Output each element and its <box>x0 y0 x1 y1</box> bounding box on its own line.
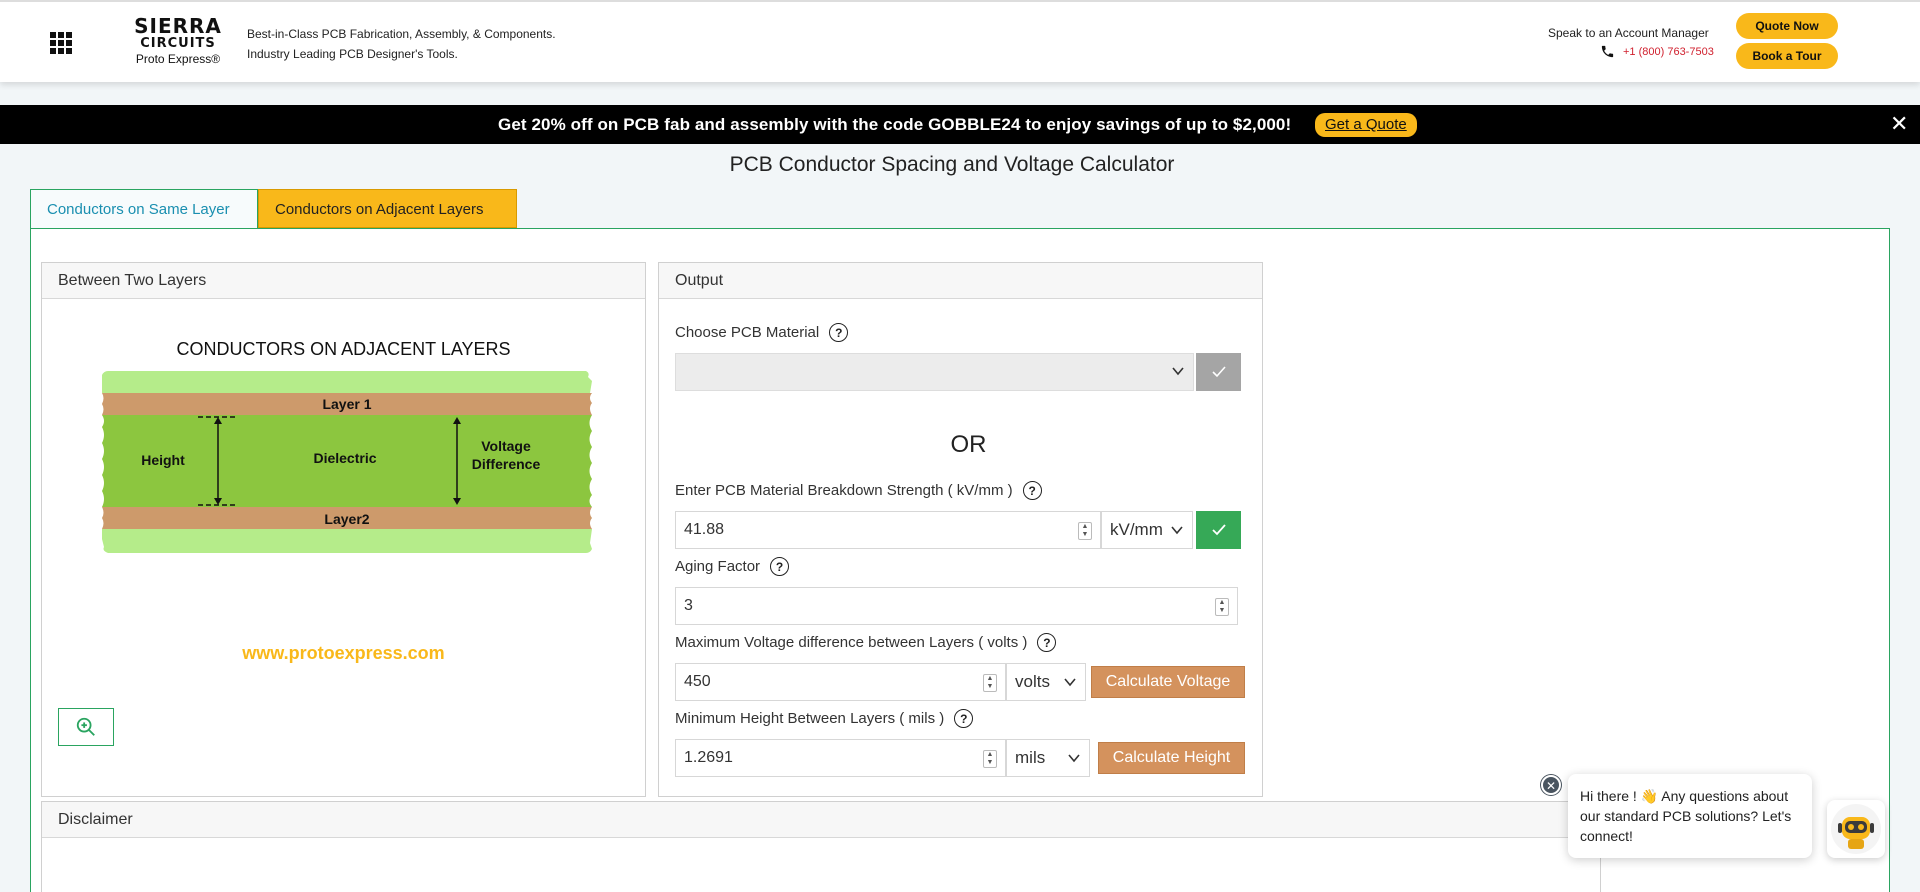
help-icon[interactable]: ? <box>1022 481 1042 500</box>
help-icon[interactable]: ? <box>1037 633 1057 652</box>
height-label: Height <box>141 452 185 468</box>
spinner-icon[interactable]: ▲ ▼ <box>1078 522 1092 540</box>
tagline-line2: Industry Leading PCB Designer's Tools. <box>247 47 458 61</box>
output-panel: Output Choose PCB Material ? OR Enter PC… <box>658 262 1263 797</box>
height-unit: mils <box>1015 748 1046 767</box>
chevron-down-icon <box>1064 678 1076 687</box>
breakdown-strength-input[interactable]: 41.88 ▲ ▼ <box>675 511 1101 549</box>
protoexpress-url[interactable]: www.protoexpress.com <box>42 643 645 664</box>
phone-number: +1 (800) 763-7503 <box>1623 45 1714 58</box>
material-label-row: Choose PCB Material ? <box>675 323 849 342</box>
phone-link[interactable]: +1 (800) 763-7503 <box>1600 44 1714 59</box>
robot-icon <box>1831 804 1881 854</box>
help-icon[interactable]: ? <box>829 323 849 342</box>
between-two-layers-panel: Between Two Layers CONDUCTORS ON ADJACEN… <box>41 262 646 797</box>
aging-value: 3 <box>684 597 693 614</box>
tagline: Best-in-Class PCB Fabrication, Assembly,… <box>247 24 556 64</box>
chatbot-avatar-icon[interactable] <box>1827 800 1885 858</box>
promo-banner: Get 20% off on PCB fab and assembly with… <box>0 105 1920 144</box>
pcb-material-select[interactable] <box>675 353 1194 391</box>
breakdown-label-row: Enter PCB Material Breakdown Strength ( … <box>675 481 1042 500</box>
apps-grid-icon[interactable] <box>50 32 72 54</box>
logo-line3: Proto Express® <box>135 52 221 66</box>
height-unit-select[interactable]: mils <box>1006 739 1090 777</box>
voltage-input[interactable]: 450 ▲ ▼ <box>675 663 1006 701</box>
promo-close-icon[interactable]: ✕ <box>1890 112 1908 136</box>
aging-factor-input[interactable]: 3 ▲ ▼ <box>675 587 1238 625</box>
get-quote-link[interactable]: Get a Quote <box>1315 113 1417 137</box>
disclaimer-panel: Disclaimer <box>41 801 1601 892</box>
page-title: PCB Conductor Spacing and Voltage Calcul… <box>729 153 1175 176</box>
voltage-unit: volts <box>1015 672 1050 691</box>
help-icon[interactable]: ? <box>770 557 790 576</box>
chat-bubble[interactable]: Hi there ! 👋 Any questions about our sta… <box>1568 774 1812 858</box>
material-label: Choose PCB Material <box>675 324 820 341</box>
breakdown-confirm-button[interactable] <box>1196 511 1241 549</box>
zoom-in-button[interactable] <box>58 708 114 746</box>
output-header: Output <box>659 263 1262 299</box>
layer2-label: Layer2 <box>324 511 369 527</box>
voltage-label-1: Voltage <box>481 438 531 454</box>
aging-label: Aging Factor <box>675 558 761 575</box>
account-manager-label: Speak to an Account Manager <box>1548 26 1709 40</box>
check-icon <box>1211 366 1226 378</box>
chevron-down-icon <box>1171 526 1183 535</box>
voltage-label-2: Difference <box>472 456 541 472</box>
chevron-down-icon <box>1068 754 1080 763</box>
voltage-unit-select[interactable]: volts <box>1006 663 1086 701</box>
tab-adjacent-layers[interactable]: Conductors on Adjacent Layers <box>258 189 517 228</box>
quote-now-button[interactable]: Quote Now <box>1736 13 1838 39</box>
site-header: SIERRA CIRCUITS Proto Express® Best-in-C… <box>0 0 1920 82</box>
phone-icon <box>1601 45 1614 58</box>
layer1-label: Layer 1 <box>322 396 371 412</box>
disclaimer-header: Disclaimer <box>42 802 1600 838</box>
chat-close-icon[interactable]: ✕ <box>1541 775 1561 795</box>
sierra-circuits-logo[interactable]: SIERRA CIRCUITS Proto Express® <box>128 16 228 65</box>
check-icon <box>1211 524 1226 536</box>
tagline-line1: Best-in-Class PCB Fabrication, Assembly,… <box>247 27 556 41</box>
logo-line2: CIRCUITS <box>140 36 216 51</box>
breakdown-unit: kV/mm <box>1110 520 1163 539</box>
or-divider: OR <box>950 431 987 458</box>
zoom-in-icon <box>76 717 95 736</box>
help-icon[interactable]: ? <box>954 709 974 728</box>
promo-text: Get 20% off on PCB fab and assembly with… <box>498 115 1292 134</box>
book-tour-button[interactable]: Book a Tour <box>1736 43 1838 69</box>
tab-same-layer[interactable]: Conductors on Same Layer <box>30 189 258 228</box>
aging-label-row: Aging Factor ? <box>675 557 790 576</box>
voltage-label-row: Maximum Voltage difference between Layer… <box>675 633 1057 652</box>
height-label-row: Minimum Height Between Layers ( mils ) ? <box>675 709 974 728</box>
voltage-label: Maximum Voltage difference between Layer… <box>675 634 1028 651</box>
spinner-icon[interactable]: ▲ ▼ <box>1215 598 1229 616</box>
chevron-down-icon <box>1172 367 1184 376</box>
voltage-value: 450 <box>684 673 711 690</box>
breakdown-unit-select[interactable]: kV/mm <box>1101 511 1193 549</box>
layers-diagram: Layer 1 Layer2 Height Dielectric Voltage… <box>102 371 592 553</box>
spinner-icon[interactable]: ▲ ▼ <box>983 750 997 768</box>
calculate-voltage-button[interactable]: Calculate Voltage <box>1091 666 1245 698</box>
calculate-height-button[interactable]: Calculate Height <box>1098 742 1245 774</box>
dielectric-label: Dielectric <box>313 450 376 466</box>
logo-line1: SIERRA <box>134 14 222 38</box>
breakdown-value: 41.88 <box>684 521 725 538</box>
height-value: 1.2691 <box>684 749 733 766</box>
spinner-icon[interactable]: ▲ ▼ <box>983 674 997 692</box>
panel-header: Between Two Layers <box>42 263 645 299</box>
diagram-title: CONDUCTORS ON ADJACENT LAYERS <box>176 339 511 359</box>
min-height-label: Minimum Height Between Layers ( mils ) <box>675 710 945 727</box>
height-input[interactable]: 1.2691 ▲ ▼ <box>675 739 1006 777</box>
material-confirm-button[interactable] <box>1196 353 1241 391</box>
breakdown-label: Enter PCB Material Breakdown Strength ( … <box>675 482 1013 499</box>
